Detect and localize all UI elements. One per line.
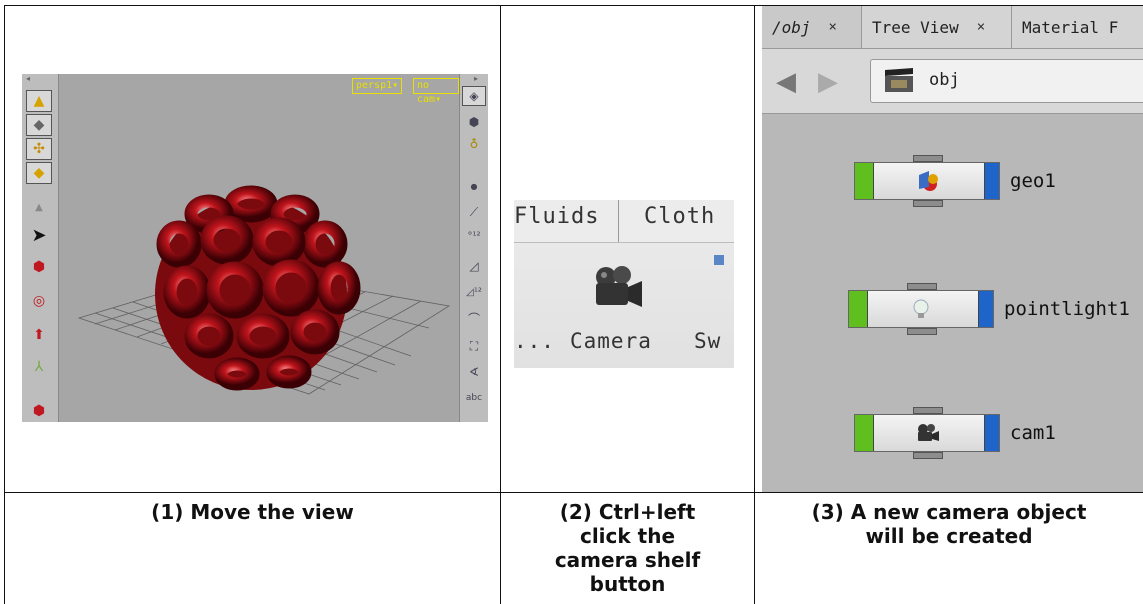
- move-view-icon[interactable]: ⬢: [26, 256, 52, 278]
- node-input[interactable]: [907, 283, 937, 290]
- light-icon[interactable]: ♁: [462, 134, 486, 154]
- network-canvas[interactable]: geo1 pointlight1 cam1: [762, 114, 1143, 492]
- tab-obj[interactable]: /obj ×: [762, 6, 862, 48]
- transform-icon[interactable]: ✣: [26, 138, 52, 160]
- network-tab-bar: /obj × Tree View × Material F: [762, 6, 1143, 49]
- geometry-icon: [913, 169, 941, 193]
- camera-tool-label[interactable]: Camera: [570, 329, 652, 353]
- render-flag[interactable]: [984, 415, 999, 451]
- normals-icon[interactable]: ⟋: [462, 202, 486, 222]
- node-label-pointlight1: pointlight1: [1004, 298, 1130, 320]
- persp-menu[interactable]: persp1▾: [352, 78, 403, 94]
- caption-2-line-2: click the: [579, 524, 676, 548]
- spotlight-icon[interactable]: ◆: [26, 114, 52, 136]
- abc-label-icon[interactable]: abc: [462, 388, 486, 408]
- camera-icon[interactable]: ⬢: [462, 112, 486, 132]
- node-input[interactable]: [913, 407, 943, 414]
- translate-icon[interactable]: ⬆: [26, 324, 52, 346]
- cam-menu[interactable]: no cam▾: [413, 78, 459, 105]
- scroll-right-arrow-icon[interactable]: ▸: [474, 74, 478, 83]
- persp-menu-label: persp1: [356, 80, 393, 91]
- node-label-cam1: cam1: [1010, 422, 1056, 444]
- camera-icon: [596, 266, 642, 307]
- tumble-icon[interactable]: ◎: [26, 290, 52, 312]
- caption-3-line-1: (3) A new camera object: [811, 500, 1087, 524]
- tab-separator: [618, 200, 619, 242]
- path-field[interactable]: obj: [870, 59, 1143, 103]
- display-flag[interactable]: [855, 415, 874, 451]
- node-cam1[interactable]: [854, 407, 1000, 459]
- prim-numbers-icon[interactable]: ◿¹²: [462, 282, 486, 302]
- caption-2: (2) Ctrl+left click the camera shelf but…: [501, 500, 754, 596]
- network-path-bar: ◀ ▶ obj: [762, 49, 1143, 114]
- node-label-geo1: geo1: [1010, 170, 1056, 192]
- display-flag[interactable]: [855, 163, 874, 199]
- close-icon[interactable]: ×: [977, 19, 985, 35]
- tab-obj-label: /obj: [772, 17, 811, 37]
- caption-2-line-3: camera shelf: [554, 548, 701, 572]
- tab-cloth[interactable]: Cloth: [644, 204, 715, 229]
- node-output[interactable]: [913, 452, 943, 459]
- scene-viewport[interactable]: ◂ ▲ ◆ ✣ ◆ ▲ ➤ ⬢ ◎ ⬆ ⅄ ⬢ persp1▾ no cam▾ …: [22, 74, 488, 422]
- point-display-icon[interactable]: ●: [462, 176, 486, 196]
- node-output[interactable]: [907, 328, 937, 335]
- close-icon[interactable]: ×: [829, 19, 837, 35]
- curve-icon[interactable]: ⌒: [462, 308, 486, 328]
- viewport-canvas[interactable]: persp1▾ no cam▾: [59, 74, 459, 422]
- network-editor: /obj × Tree View × Material F ◀ ▶ obj ge…: [762, 6, 1143, 492]
- tab-tree-view[interactable]: Tree View ×: [862, 6, 1012, 48]
- display-options-icon[interactable]: ◈: [462, 86, 486, 106]
- caption-1: (1) Move the view: [151, 500, 354, 524]
- point-numbers-icon[interactable]: °¹²: [462, 226, 486, 246]
- shelf-panel: Fluids Cloth ... Camera Sw: [514, 200, 734, 368]
- render-flag[interactable]: [984, 163, 999, 199]
- caption-2-line-1: (2) Ctrl+left: [559, 500, 696, 524]
- tab-tree-view-label: Tree View: [872, 17, 959, 37]
- camera-icon: [913, 421, 941, 445]
- cam-menu-label: no cam: [417, 80, 436, 105]
- tab-material[interactable]: Material F: [1012, 6, 1143, 48]
- node-geo1[interactable]: [854, 155, 1000, 207]
- node-input[interactable]: [913, 155, 943, 162]
- frame-icon[interactable]: ⛶: [462, 336, 486, 356]
- torus-sphere-render: [77, 185, 451, 395]
- shelf-tab-bar: Fluids Cloth: [514, 200, 734, 243]
- tab-material-label: Material F: [1022, 17, 1119, 37]
- caption-2-line-4: button: [589, 572, 666, 596]
- node-pointlight1[interactable]: [848, 283, 994, 335]
- handle-icon[interactable]: ◆: [26, 162, 52, 184]
- back-arrow-icon[interactable]: ◀: [776, 67, 796, 97]
- separator-icon: ▲: [35, 201, 43, 213]
- node-output[interactable]: [913, 200, 943, 207]
- pose-icon[interactable]: ⬢: [26, 400, 52, 422]
- camera-shelf-button[interactable]: [584, 261, 644, 317]
- measure-icon[interactable]: ∢: [462, 362, 486, 382]
- tool-badge-icon: [714, 255, 724, 265]
- shelf-tools: ... Camera Sw: [514, 243, 734, 368]
- caption-3: (3) A new camera object will be created: [755, 500, 1143, 548]
- prev-tool-label[interactable]: ...: [514, 329, 555, 353]
- axes-icon[interactable]: ⅄: [26, 356, 52, 378]
- path-text: obj: [929, 70, 960, 90]
- render-flag[interactable]: [978, 291, 993, 327]
- point-light-icon[interactable]: ▲: [26, 90, 52, 112]
- row-divider: [4, 492, 1143, 493]
- viewport-right-toolbar: ▸ ◈ ⬢ ♁ ● ⟋ °¹² ◿ ◿¹² ⌒ ⛶ ∢ abc: [459, 74, 488, 422]
- viewport-left-toolbar: ◂ ▲ ◆ ✣ ◆ ▲ ➤ ⬢ ◎ ⬆ ⅄ ⬢: [22, 74, 59, 422]
- caption-3-line-2: will be created: [865, 524, 1033, 548]
- display-flag[interactable]: [849, 291, 868, 327]
- next-tool-label[interactable]: Sw: [694, 329, 721, 353]
- forward-arrow-icon[interactable]: ▶: [818, 67, 838, 97]
- clapper-icon: [885, 68, 913, 92]
- tab-fluids[interactable]: Fluids: [514, 204, 599, 229]
- prim-normals-icon[interactable]: ◿: [462, 256, 486, 276]
- light-bulb-icon: [907, 297, 935, 321]
- select-arrow-icon[interactable]: ➤: [26, 224, 52, 246]
- scroll-left-arrow-icon[interactable]: ◂: [26, 74, 36, 83]
- torus-sphere: [155, 185, 361, 391]
